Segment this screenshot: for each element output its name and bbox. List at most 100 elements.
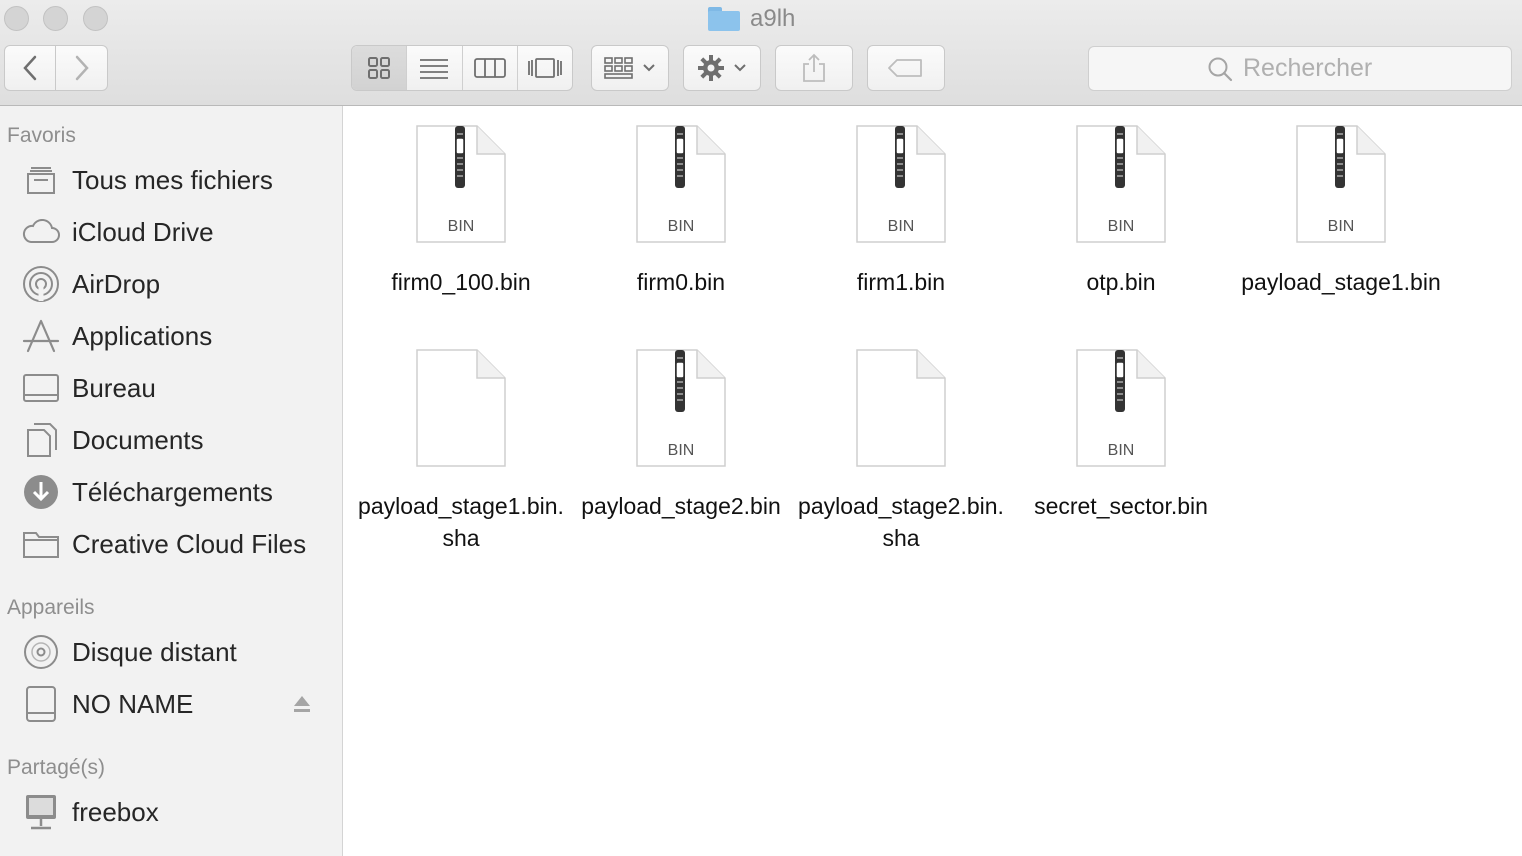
minimize-window-button[interactable] <box>43 6 68 31</box>
sidebar: Favoris Tous mes fichiers iCloud Drive A… <box>0 106 343 856</box>
sidebar-item-freebox[interactable]: freebox <box>0 788 342 836</box>
sidebar-item-label: iCloud Drive <box>72 216 214 247</box>
file-type-badge: BIN <box>1107 218 1135 235</box>
file-name: payload_stage2.bin.sha <box>798 493 1004 551</box>
sidebar-item-partial[interactable] <box>0 840 342 856</box>
cover-flow-icon <box>527 58 562 78</box>
sidebar-item-label: Creative Cloud Files <box>72 528 307 559</box>
file-item[interactable]: payload_stage2.bin.sha <box>791 348 1011 554</box>
sidebar-item-downloads[interactable]: Téléchargements <box>0 468 342 516</box>
forward-button[interactable] <box>56 45 108 91</box>
zip-file-icon: BIN <box>635 124 727 244</box>
documents-icon <box>22 421 60 459</box>
share-icon <box>803 53 825 82</box>
sidebar-item-label: Applications <box>72 320 213 351</box>
network-computer-icon <box>22 845 60 856</box>
eject-icon[interactable] <box>292 694 312 714</box>
zoom-window-button[interactable] <box>83 6 108 31</box>
sidebar-item-label: Téléchargements <box>72 476 273 507</box>
sidebar-item-label: AirDrop <box>72 268 161 299</box>
window-title-text: a9lh <box>750 5 796 32</box>
file-item[interactable]: BIN payload_stage2.bin <box>571 348 791 522</box>
zip-file-icon: BIN <box>1075 348 1167 468</box>
blank-file-icon <box>415 348 507 468</box>
file-browser: BIN firm0_100.bin BIN firm0.bin BIN firm… <box>344 106 1522 856</box>
file-name: payload_stage2.bin <box>581 493 781 519</box>
sidebar-item-label: Disque distant <box>72 636 237 667</box>
file-type-badge: BIN <box>1327 218 1355 235</box>
gear-icon <box>698 55 724 81</box>
file-type-badge: BIN <box>447 218 475 235</box>
tag-icon <box>888 59 922 77</box>
file-type-badge: BIN <box>887 218 915 235</box>
chevron-right-icon <box>75 55 89 81</box>
file-name: secret_sector.bin <box>1034 493 1208 519</box>
back-button[interactable] <box>4 45 56 91</box>
file-item[interactable]: BIN firm0.bin <box>571 124 791 298</box>
list-view-icon <box>420 59 449 79</box>
icon-view-button[interactable] <box>352 46 408 90</box>
file-item[interactable]: BIN otp.bin <box>1011 124 1231 298</box>
file-name: firm0_100.bin <box>391 269 531 295</box>
sidebar-item-icloud[interactable]: iCloud Drive <box>0 208 342 256</box>
share-button[interactable] <box>775 45 853 91</box>
list-view-button[interactable] <box>407 46 463 90</box>
column-view-button[interactable] <box>463 46 518 90</box>
file-item[interactable]: BIN firm1.bin <box>791 124 1011 298</box>
sidebar-item-airdrop[interactable]: AirDrop <box>0 260 342 308</box>
sidebar-item-label: Tous mes fichiers <box>72 164 273 195</box>
zip-file-icon: BIN <box>415 124 507 244</box>
sidebar-item-desktop[interactable]: Bureau <box>0 364 342 412</box>
file-name: payload_stage1.bin <box>1241 269 1441 295</box>
file-item[interactable]: BIN secret_sector.bin <box>1011 348 1231 522</box>
airdrop-icon <box>22 265 60 303</box>
chevron-down-icon <box>734 64 746 72</box>
sidebar-item-no-name[interactable]: NO NAME <box>0 680 342 728</box>
sidebar-item-label: Documents <box>72 424 204 455</box>
search-input[interactable] <box>1243 54 1393 83</box>
sidebar-item-label: Bureau <box>72 372 156 403</box>
tag-button[interactable] <box>867 45 945 91</box>
sidebar-item-applications[interactable]: Applications <box>0 312 342 360</box>
sidebar-item-creative-cloud[interactable]: Creative Cloud Files <box>0 520 342 568</box>
sidebar-section-devices: Appareils <box>7 596 95 619</box>
sidebar-section-favorites: Favoris <box>7 124 76 147</box>
sidebar-item-all-files[interactable]: Tous mes fichiers <box>0 156 342 204</box>
downloads-icon <box>22 473 60 511</box>
chevron-down-icon <box>643 64 655 72</box>
icon-view-icon <box>368 57 391 79</box>
search-field[interactable] <box>1088 46 1512 91</box>
zip-file-icon: BIN <box>855 124 947 244</box>
cover-flow-button[interactable] <box>518 46 572 90</box>
sidebar-item-documents[interactable]: Documents <box>0 416 342 464</box>
zip-file-icon: BIN <box>1075 124 1167 244</box>
file-type-badge: BIN <box>667 442 695 459</box>
file-item[interactable]: payload_stage1.bin.sha <box>351 348 571 554</box>
toolbar: a9lh <box>0 0 1522 106</box>
action-button[interactable] <box>683 45 761 91</box>
sidebar-item-remote-disc[interactable]: Disque distant <box>0 628 342 676</box>
file-type-badge: BIN <box>667 218 695 235</box>
arrange-button[interactable] <box>591 45 669 91</box>
blank-file-icon <box>855 348 947 468</box>
window-title: a9lh <box>708 4 795 34</box>
column-view-icon <box>473 58 506 78</box>
file-name: otp.bin <box>1086 269 1156 295</box>
chevron-left-icon <box>23 55 37 81</box>
applications-icon <box>22 317 60 355</box>
zip-file-icon: BIN <box>1295 124 1387 244</box>
cloud-icon <box>22 213 60 251</box>
arrange-grid-icon <box>604 57 633 79</box>
all-files-icon <box>22 161 60 199</box>
file-name: firm1.bin <box>856 269 946 295</box>
sidebar-item-label: freebox <box>72 796 159 827</box>
view-mode-selector <box>351 45 573 91</box>
zip-file-icon: BIN <box>635 348 727 468</box>
drive-icon <box>22 685 60 723</box>
desktop-icon <box>22 369 60 407</box>
file-item[interactable]: BIN firm0_100.bin <box>351 124 571 298</box>
file-type-badge: BIN <box>1107 442 1135 459</box>
file-item[interactable]: BIN payload_stage1.bin <box>1231 124 1451 298</box>
sidebar-item-label: NO NAME <box>72 688 194 719</box>
close-window-button[interactable] <box>4 6 29 31</box>
